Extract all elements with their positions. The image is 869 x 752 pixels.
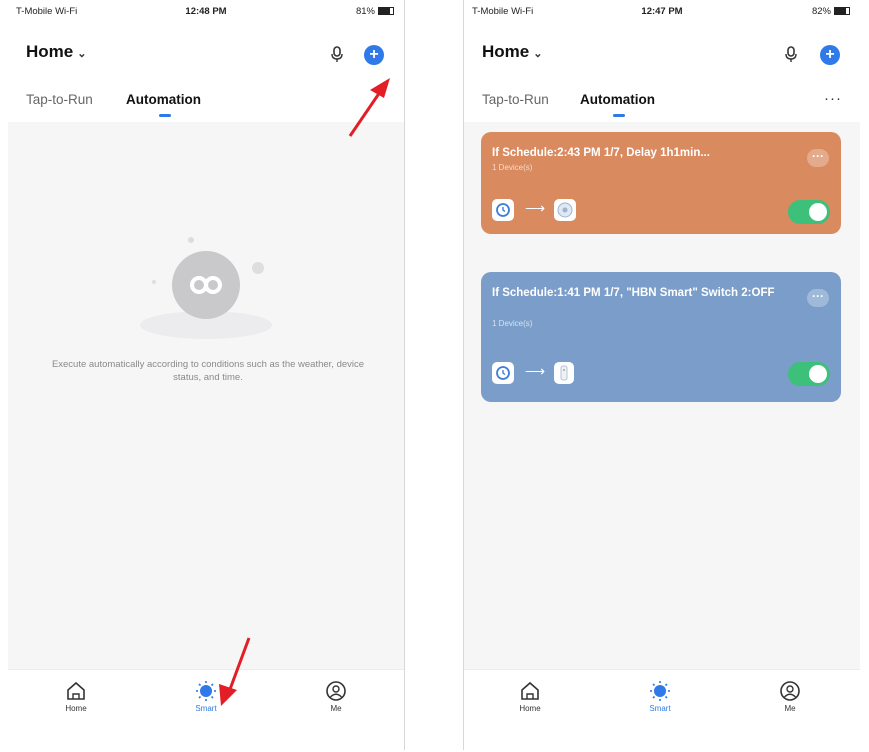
phone-screen-left: T-Mobile Wi-Fi 12:48 PM 81% Home ⌄ + Tap-… [8,0,405,750]
clock: 12:47 PM [641,6,683,17]
content-area [8,122,404,670]
bottom-navigation: Home Smart Me [464,669,860,750]
carrier-label: T-Mobile Wi-Fi [472,6,534,17]
device-icon [554,199,576,221]
battery-icon [378,7,394,16]
tab-automation[interactable]: Automation [126,92,201,107]
annotation-arrow-smart [219,637,251,706]
app-header: Home ⌄ + [464,40,860,70]
annotation-arrow-add [348,78,390,137]
home-selector[interactable]: Home ⌄ [26,42,86,62]
automation-card-title: If Schedule:1:41 PM 1/7, "HBN Smart" Swi… [492,287,775,299]
tab-tap-to-run[interactable]: Tap-to-Run [26,92,93,107]
arrow-right-icon: ⟶ [525,363,546,379]
bottom-navigation: Home Smart Me [8,669,404,750]
chevron-down-icon: ⌄ [533,48,543,60]
arrow-right-icon: ⟶ [525,200,546,216]
nav-me[interactable]: Me [306,680,366,713]
home-selector[interactable]: Home ⌄ [482,42,542,62]
nav-home[interactable]: Home [46,680,106,713]
switch-device-icon [554,362,574,384]
nav-home[interactable]: Home [500,680,560,713]
carrier-label: T-Mobile Wi-Fi [16,6,78,17]
status-bar: T-Mobile Wi-Fi 12:48 PM 81% [8,6,404,22]
active-tab-indicator [613,114,625,117]
automation-card[interactable]: If Schedule:1:41 PM 1/7, "HBN Smart" Swi… [481,272,841,402]
add-button[interactable]: + [364,45,384,65]
home-icon [521,681,539,700]
microphone-icon[interactable] [784,46,798,63]
automation-card-title: If Schedule:2:43 PM 1/7, Delay 1h1min... [492,147,710,159]
home-title: Home [482,42,530,61]
empty-state-message: Execute automatically according to condi… [51,359,365,383]
automation-card-subtitle: 1 Device(s) [492,319,533,328]
sun-icon [650,681,670,701]
battery-icon [834,7,850,16]
scene-tabs: Tap-to-Run Automation ··· [464,88,860,118]
clock-icon [492,362,514,384]
home-title: Home [26,42,74,61]
microphone-icon[interactable] [330,46,344,63]
automation-toggle[interactable] [788,362,830,386]
automation-card[interactable]: If Schedule:2:43 PM 1/7, Delay 1h1min...… [481,132,841,234]
nav-home-label: Home [519,704,541,713]
card-more-button[interactable]: ··· [807,149,829,167]
chevron-down-icon: ⌄ [77,48,87,60]
clock: 12:48 PM [185,6,227,17]
automation-card-subtitle: 1 Device(s) [492,163,533,172]
tab-tap-to-run[interactable]: Tap-to-Run [482,92,549,107]
home-icon [67,681,85,700]
clock-icon [492,199,514,221]
empty-state-illustration [140,237,272,339]
status-bar: T-Mobile Wi-Fi 12:47 PM 82% [464,6,860,22]
active-tab-indicator [159,114,171,117]
nav-smart-label: Smart [649,704,671,713]
app-header: Home ⌄ + [8,40,404,70]
battery-indicator: 82% [812,6,850,17]
nav-me[interactable]: Me [760,680,820,713]
automation-toggle[interactable] [788,200,830,224]
add-button[interactable]: + [820,45,840,65]
nav-me-label: Me [330,704,342,713]
user-icon [326,681,346,701]
phone-screen-right: T-Mobile Wi-Fi 12:47 PM 82% Home ⌄ + Tap-… [463,0,860,750]
nav-smart[interactable]: Smart [630,680,690,713]
battery-percent: 81% [355,6,375,17]
battery-indicator: 81% [356,6,394,17]
tab-automation[interactable]: Automation [580,92,655,107]
more-options-icon[interactable]: ··· [824,90,842,107]
battery-percent: 82% [811,6,831,17]
nav-me-label: Me [784,704,796,713]
nav-home-label: Home [65,704,87,713]
user-icon [780,681,800,701]
card-more-button[interactable]: ··· [807,289,829,307]
